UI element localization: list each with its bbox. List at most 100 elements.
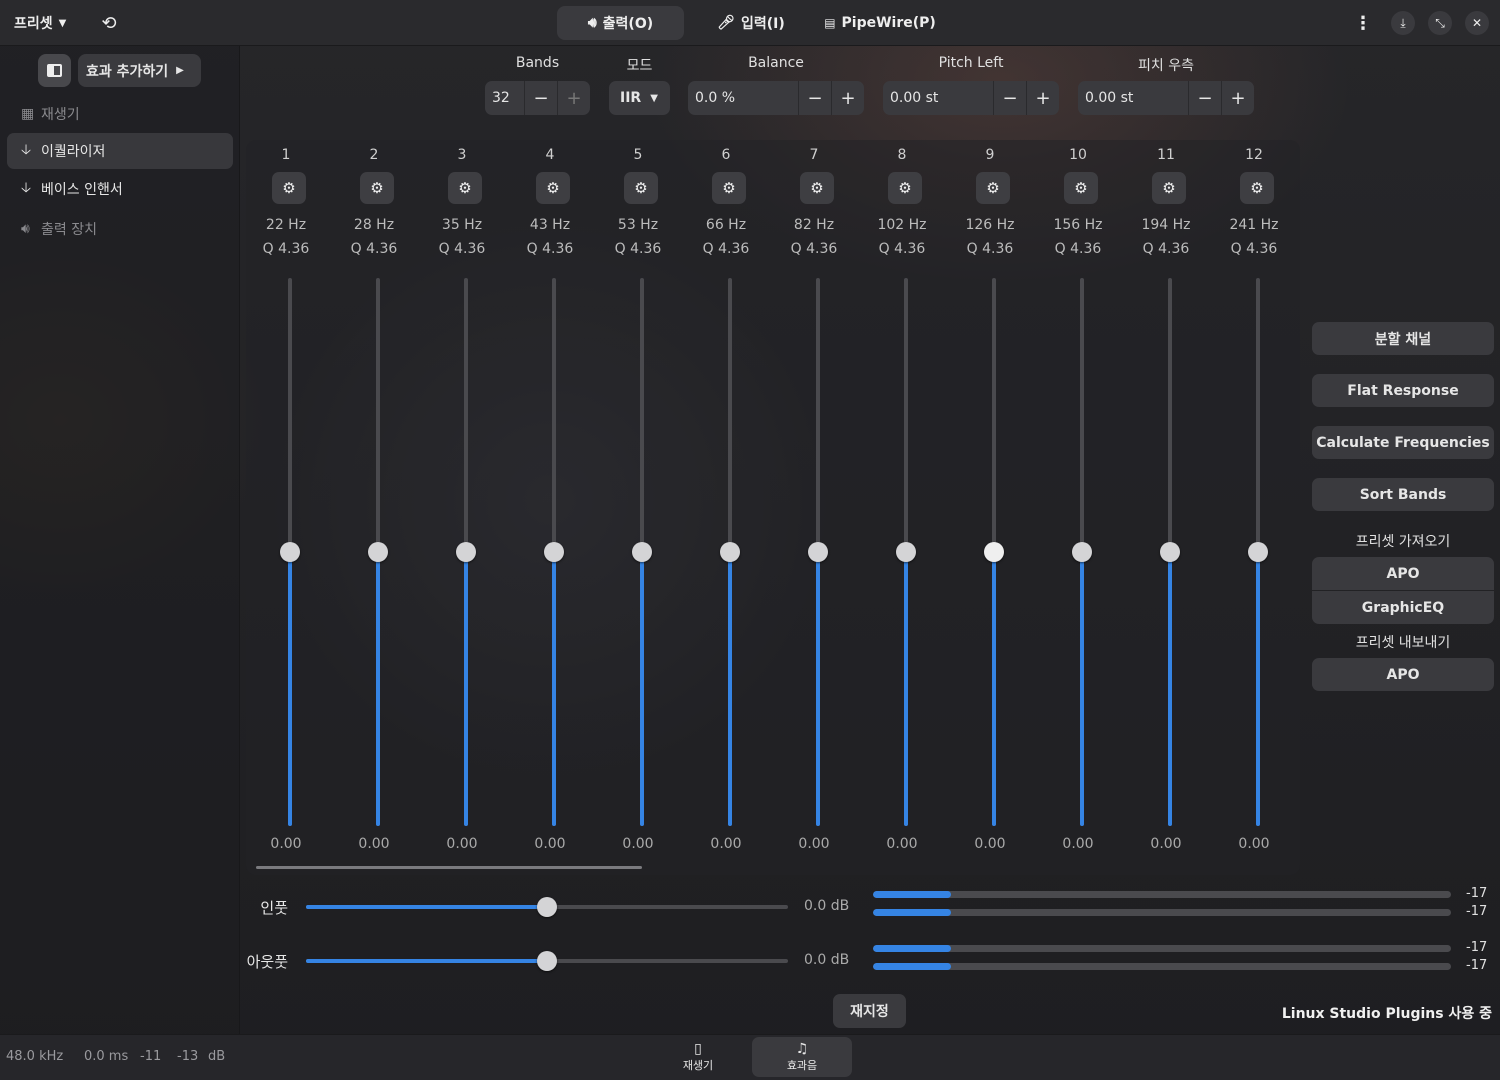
split-channels-button[interactable]: 분할 채널 — [1312, 322, 1494, 355]
band-settings-button[interactable]: ⚙ — [1064, 172, 1098, 204]
pitch-left-spinbutton[interactable]: 0.00 st − + — [883, 81, 1059, 115]
preset-menu-button[interactable]: 프리셋 ▼ — [8, 6, 72, 40]
sidebar-toggle-button[interactable] — [38, 54, 71, 87]
band-slider-handle[interactable] — [720, 542, 740, 562]
sidebar-item-player[interactable]: ▦ 재생기 — [7, 96, 233, 132]
microphone-icon: 🎤︎ — [717, 15, 735, 31]
tab-output-label: 출력(O) — [602, 16, 654, 32]
band-slider-handle[interactable] — [280, 542, 300, 562]
main-menu-button[interactable]: ⋮ — [1350, 6, 1376, 40]
band-slider-handle[interactable] — [456, 542, 476, 562]
minimize-button[interactable]: ⤓ — [1391, 11, 1415, 35]
sidebar-item-output-device[interactable]: 🔊︎ 출력 장치 — [7, 211, 233, 247]
mode-value: IIR — [620, 90, 642, 106]
bands-increment-button[interactable]: + — [557, 81, 590, 115]
band-settings-button[interactable]: ⚙ — [800, 172, 834, 204]
band-settings-button[interactable]: ⚙ — [976, 172, 1010, 204]
sidebar-icon — [47, 64, 62, 77]
gear-icon: ⚙ — [722, 179, 736, 197]
band-slider-handle[interactable] — [632, 542, 652, 562]
import-apo-button[interactable]: APO — [1312, 557, 1494, 590]
band-slider-handle[interactable] — [808, 542, 828, 562]
tab-pipewire[interactable]: ▤ PipeWire(P) — [818, 6, 942, 40]
input-gain-label: 인풋 — [260, 899, 288, 917]
band-settings-button[interactable]: ⚙ — [1240, 172, 1274, 204]
band-frequency: 53 Hz — [617, 217, 659, 233]
tab-input[interactable]: 🎤︎ 입력(I) — [706, 6, 796, 40]
tab-input-label: 입력(I) — [741, 16, 785, 32]
calculate-frequencies-button[interactable]: Calculate Frequencies — [1312, 426, 1494, 459]
band-settings-button[interactable]: ⚙ — [360, 172, 394, 204]
close-button[interactable]: ✕ — [1465, 11, 1489, 35]
band-slider-handle[interactable] — [896, 542, 916, 562]
band-quality: Q 4.36 — [702, 241, 750, 257]
pitch-right-decrement-button[interactable]: − — [1188, 81, 1221, 115]
sample-rate-text: 48.0 kHz — [6, 1049, 64, 1064]
bands-spinbutton[interactable]: 32 − + — [485, 81, 590, 115]
band-settings-button[interactable]: ⚙ — [624, 172, 658, 204]
band-settings-button[interactable]: ⚙ — [1152, 172, 1186, 204]
band-number: 3 — [457, 147, 467, 163]
band-slider-fill — [288, 552, 292, 826]
sort-bands-button[interactable]: Sort Bands — [1312, 478, 1494, 511]
balance-increment-button[interactable]: + — [831, 81, 864, 115]
view-switcher-player[interactable]: ▯ 재생기 — [648, 1037, 748, 1077]
band-frequency: 156 Hz — [1053, 217, 1103, 233]
band-quality: Q 4.36 — [614, 241, 662, 257]
input-level-right-value: -17 — [1466, 904, 1488, 919]
gear-icon: ⚙ — [282, 179, 296, 197]
band-number: 1 — [281, 147, 291, 163]
band-slider-fill — [376, 552, 380, 826]
band-settings-button[interactable]: ⚙ — [536, 172, 570, 204]
band-gain: 0.00 — [622, 836, 654, 852]
unmaximize-button[interactable]: ⤡ — [1428, 11, 1452, 35]
band-slider-fill — [992, 552, 996, 826]
bands-horizontal-scrollbar[interactable] — [256, 866, 642, 869]
input-gain-slider-handle[interactable] — [537, 897, 557, 917]
header-bar: 프리셋 ▼ ⟲ 🔊︎ 출력(O) 🎤︎ 입력(I) ▤ PipeWire(P) … — [0, 0, 1500, 46]
balance-spinbutton[interactable]: 0.0 % − + — [688, 81, 864, 115]
pitch-left-increment-button[interactable]: + — [1026, 81, 1059, 115]
band-gain: 0.00 — [710, 836, 742, 852]
pitch-right-spinbutton[interactable]: 0.00 st − + — [1078, 81, 1254, 115]
band-settings-button[interactable]: ⚙ — [712, 172, 746, 204]
gear-icon: ⚙ — [546, 179, 560, 197]
add-effect-button[interactable]: 효과 추가하기 ▶ — [78, 54, 201, 87]
band-slider-fill — [1168, 552, 1172, 826]
band-settings-button[interactable]: ⚙ — [448, 172, 482, 204]
pitch-right-increment-button[interactable]: + — [1221, 81, 1254, 115]
band-settings-button[interactable]: ⚙ — [888, 172, 922, 204]
band-quality: Q 4.36 — [438, 241, 486, 257]
bands-decrement-button[interactable]: − — [524, 81, 557, 115]
band-slider-handle[interactable] — [544, 542, 564, 562]
band-slider-handle[interactable] — [1160, 542, 1180, 562]
band-quality: Q 4.36 — [262, 241, 310, 257]
band-settings-button[interactable]: ⚙ — [272, 172, 306, 204]
player-icon: ▯ — [694, 1041, 702, 1057]
import-graphiceq-button[interactable]: GraphicEQ — [1312, 591, 1494, 624]
sidebar-item-equalizer[interactable]: 🡣 이퀄라이저 — [7, 133, 233, 169]
tab-output[interactable]: 🔊︎ 출력(O) — [557, 6, 684, 40]
balance-decrement-button[interactable]: − — [798, 81, 831, 115]
band-slider-fill — [464, 552, 468, 826]
bypass-button[interactable]: ⟲ — [92, 6, 126, 40]
view-switcher-effects[interactable]: ♫ 효과음 — [752, 1037, 852, 1077]
chevron-right-icon: ▶ — [176, 65, 184, 76]
band-slider-handle[interactable] — [1072, 542, 1092, 562]
output-gain-slider-handle[interactable] — [537, 951, 557, 971]
band-frequency: 102 Hz — [877, 217, 927, 233]
band-slider-handle[interactable] — [1248, 542, 1268, 562]
export-apo-button[interactable]: APO — [1312, 658, 1494, 691]
band-number: 5 — [633, 147, 643, 163]
band-gain: 0.00 — [974, 836, 1006, 852]
band-frequency: 194 Hz — [1141, 217, 1191, 233]
sidebar-item-bass-enhancer[interactable]: 🡣 베이스 인핸서 — [7, 171, 233, 207]
reset-button[interactable]: 재지정 — [833, 994, 906, 1028]
band-slider-handle[interactable] — [984, 542, 1004, 562]
band-slider-handle[interactable] — [368, 542, 388, 562]
mode-dropdown[interactable]: IIR ▼ — [609, 81, 670, 115]
bands-value: 32 — [492, 90, 510, 106]
band-quality: Q 4.36 — [790, 241, 838, 257]
pitch-left-decrement-button[interactable]: − — [993, 81, 1026, 115]
flat-response-button[interactable]: Flat Response — [1312, 374, 1494, 407]
